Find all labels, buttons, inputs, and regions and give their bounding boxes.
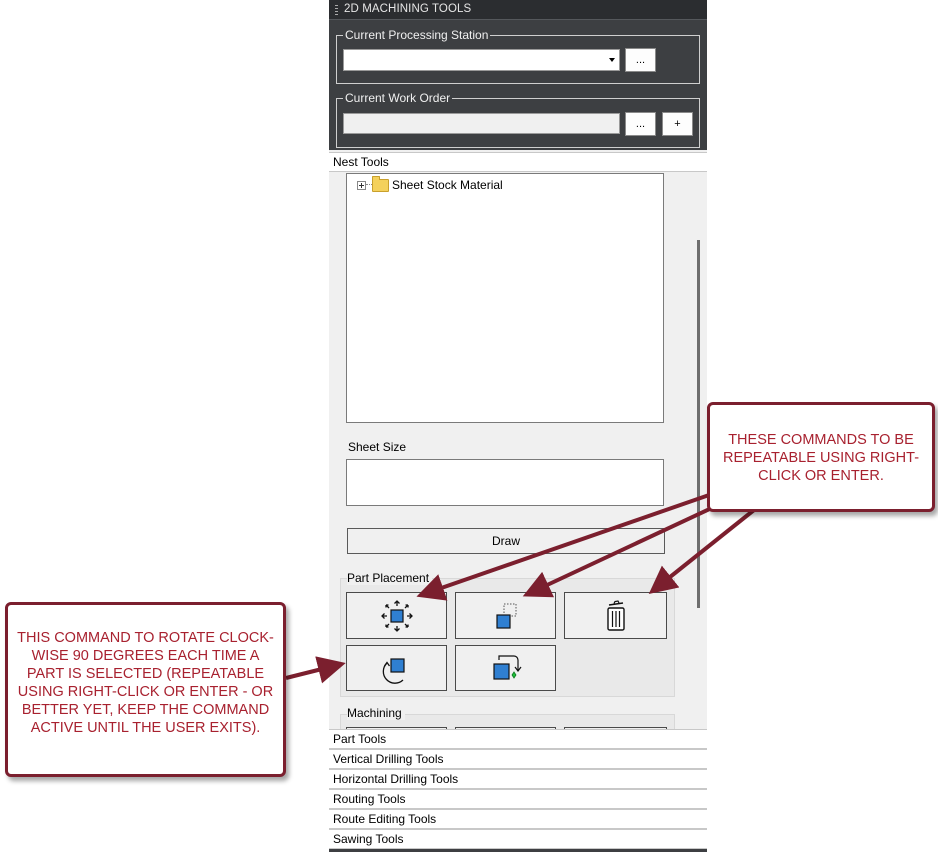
repeatable-callout-text: THESE COMMANDS TO BE REPEATABLE USING RI…: [722, 432, 920, 484]
arrow-to-rotate-button: [285, 656, 346, 684]
rotate-callout-text: THIS COMMAND TO ROTATE CLOCK-WISE 90 DEG…: [17, 630, 274, 736]
rotate-command-callout: THIS COMMAND TO ROTATE CLOCK-WISE 90 DEG…: [5, 602, 286, 777]
repeatable-commands-callout: THESE COMMANDS TO BE REPEATABLE USING RI…: [707, 402, 935, 512]
arrow-to-delete-button: [648, 508, 756, 594]
